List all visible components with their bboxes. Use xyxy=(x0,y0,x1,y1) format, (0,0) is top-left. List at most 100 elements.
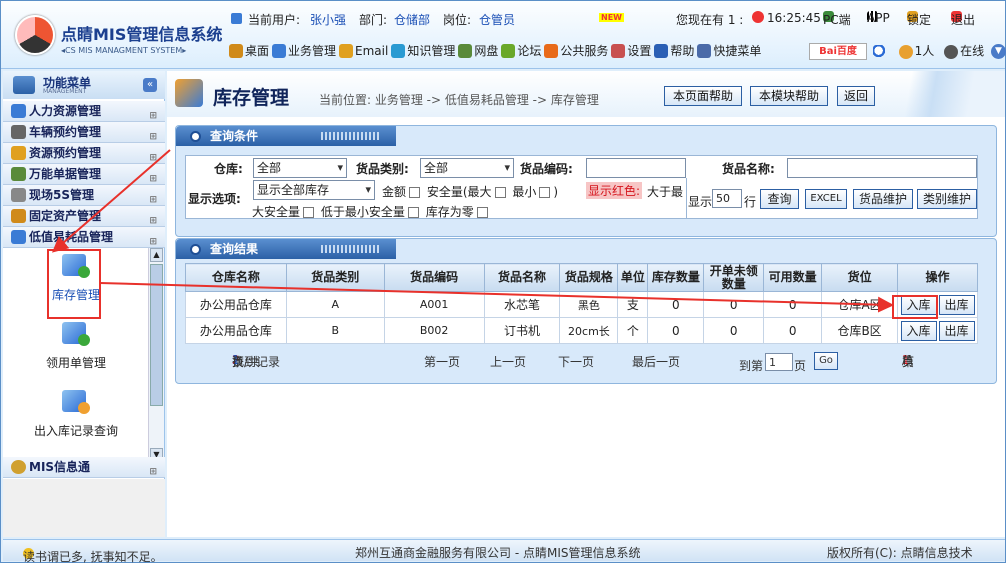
online-users[interactable]: 1人 xyxy=(898,44,934,59)
logo-title: 点睛MIS管理信息系统 xyxy=(61,25,223,44)
nav-item-5[interactable]: 论坛 xyxy=(501,42,541,59)
stock-out-button[interactable]: 出库 xyxy=(938,320,975,341)
sidebar-item-1[interactable]: 车辆预约管理 ⊞ xyxy=(3,122,165,143)
settings-icon xyxy=(611,43,626,58)
column-header[interactable]: 开单未领数量 xyxy=(703,263,765,292)
show-rows-input[interactable]: 50 xyxy=(712,189,742,208)
column-header[interactable]: 货位 xyxy=(821,263,899,292)
main-content: 库存管理 当前位置: 业务管理 -> 低值易耗品管理 -> 库存管理 本页面帮助… xyxy=(167,71,1005,537)
submenu-item-2[interactable]: 出入库记录查询 xyxy=(3,386,149,439)
nav-item-4[interactable]: 网盘 xyxy=(458,42,498,59)
sidebar-item-2[interactable]: 资源预约管理 ⊞ xyxy=(3,143,165,164)
column-header[interactable]: 库存数量 xyxy=(647,263,705,292)
next-page-link[interactable]: 下一页 xyxy=(558,353,594,370)
safe-max-checkbox[interactable] xyxy=(494,187,506,198)
panel-bullet-icon xyxy=(190,244,201,255)
sidebar-item-label: 低值易耗品管理 xyxy=(29,230,114,244)
sidebar-item-3[interactable]: 万能单据管理 ⊞ xyxy=(3,164,165,185)
display-options: 金额 安全量(最大 最小) xyxy=(382,185,559,199)
collapse-button[interactable]: « xyxy=(143,78,157,92)
item-maintenance-button[interactable]: 货品维护 xyxy=(853,189,913,209)
code-input[interactable] xyxy=(586,158,686,178)
inventory-icon xyxy=(60,250,92,280)
search-icon[interactable] xyxy=(872,44,887,59)
nav-item-label: 业务管理 xyxy=(288,44,337,58)
prev-page-link[interactable]: 上一页 xyxy=(490,353,526,370)
nav-item-2[interactable]: Email xyxy=(339,43,388,58)
stock-in-button[interactable]: 入库 xyxy=(900,320,937,341)
sidebar-item-label: 人力资源管理 xyxy=(29,104,102,118)
zero-stock-checkbox[interactable] xyxy=(476,207,488,218)
cell-stock: 0 xyxy=(647,291,705,318)
stock-in-button[interactable]: 入库 xyxy=(900,294,937,315)
page-help-button[interactable]: 本页面帮助 xyxy=(664,86,742,106)
column-header[interactable]: 货品编码 xyxy=(383,263,485,292)
column-header[interactable]: 货品规格 xyxy=(559,263,619,292)
user-info-bar: 当前用户: 张小强 部门: 仓储部 岗位: 仓管员 NEW 您现在有 1 : 1… xyxy=(231,11,1001,29)
column-header[interactable]: 货品名称 xyxy=(483,263,561,292)
nav-item-3[interactable]: 知识管理 xyxy=(391,42,455,59)
column-header[interactable]: 单位 xyxy=(617,263,649,292)
online-status[interactable]: 在线 xyxy=(944,44,984,59)
category-select[interactable]: 全部 xyxy=(420,158,514,178)
go-button[interactable]: Go xyxy=(814,352,838,370)
nav-item-label: 网盘 xyxy=(474,44,499,58)
sidebar-item-6[interactable]: 低值易耗品管理 ⊞ xyxy=(3,227,165,248)
back-button[interactable]: 返回 xyxy=(837,86,875,106)
hr-icon xyxy=(11,104,26,118)
toolbar-right: Bai百度 1人 在线 ▼ xyxy=(809,42,1006,62)
excel-button[interactable]: EXCEL xyxy=(805,189,847,209)
company-name: 郑州互通商金融服务有限公司 - 点睛MIS管理信息系统 xyxy=(355,546,641,560)
display-select[interactable]: 显示全部库存 xyxy=(253,180,375,200)
query-button[interactable]: 查询 xyxy=(760,189,799,209)
cell-unit: 支 xyxy=(617,291,649,318)
category-maintenance-button[interactable]: 类别维护 xyxy=(917,189,977,209)
nav-item-label: 公共服务 xyxy=(560,44,609,58)
nav-item-1[interactable]: 业务管理 xyxy=(272,42,336,59)
column-header[interactable]: 仓库名称 xyxy=(185,263,287,292)
column-header[interactable]: 货品类别 xyxy=(285,263,385,292)
scroll-thumb[interactable] xyxy=(150,264,163,406)
last-page-link[interactable]: 最后一页 xyxy=(632,353,680,370)
cell-warehouse: 办公用品仓库 xyxy=(185,317,287,344)
table-body: 办公用品仓库 A A001 水芯笔 黑色支 0 0 0 仓库A区 入库 出库 办公用品仓库 B B002 订… xyxy=(185,291,978,344)
column-header[interactable]: 操作 xyxy=(897,263,978,292)
copyright: 版权所有(C): 点睛信息技术 xyxy=(827,546,973,560)
gear-icon xyxy=(11,188,26,202)
baidu-search-box[interactable]: Bai百度 xyxy=(809,43,867,60)
chevron-down-icon[interactable]: ▼ xyxy=(990,44,1006,59)
under-min-checkbox[interactable] xyxy=(407,207,419,218)
nav-item-8[interactable]: 帮助 xyxy=(654,42,694,59)
knowledge-icon xyxy=(391,43,406,58)
cell-available: 0 xyxy=(763,291,823,318)
goto-page-input[interactable]: 1 xyxy=(765,353,793,371)
first-page-link[interactable]: 第一页 xyxy=(424,353,460,370)
logo-icon xyxy=(15,15,55,55)
nav-item-6[interactable]: 公共服务 xyxy=(544,42,608,59)
sidebar-item-4[interactable]: 现场5S管理 ⊞ xyxy=(3,185,165,206)
sidebar-scrollbar[interactable]: ▲ ▼ xyxy=(148,248,164,463)
submenu-item-1[interactable]: 领用单管理 xyxy=(3,318,149,371)
min-checkbox[interactable] xyxy=(539,187,551,198)
nav-item-9[interactable]: 快捷菜单 xyxy=(697,42,761,59)
name-input[interactable] xyxy=(787,158,977,178)
warehouse-select[interactable]: 全部 xyxy=(253,158,347,178)
module-help-button[interactable]: 本模块帮助 xyxy=(750,86,828,106)
over-max-checkbox[interactable] xyxy=(303,207,315,218)
stock-out-button[interactable]: 出库 xyxy=(938,294,975,315)
sidebar-item-mis[interactable]: MIS信息通 ⊞ xyxy=(3,457,165,478)
nav-item-0[interactable]: 桌面 xyxy=(229,42,269,59)
user-icon xyxy=(231,11,244,25)
breadcrumb: 当前位置: 业务管理 -> 低值易耗品管理 -> 库存管理 xyxy=(319,93,599,107)
cell-pending: 0 xyxy=(703,291,765,318)
display-label: 显示选项: xyxy=(188,192,241,206)
scroll-up-button[interactable]: ▲ xyxy=(150,248,163,262)
sidebar-item-5[interactable]: 固定资产管理 ⊞ xyxy=(3,206,165,227)
submenu-item-0[interactable]: 库存管理 xyxy=(3,250,149,303)
amount-checkbox[interactable] xyxy=(409,187,421,198)
nav-item-7[interactable]: 设置 xyxy=(611,42,651,59)
sidebar-item-0[interactable]: 人力资源管理 ⊞ xyxy=(3,101,165,122)
handshake-image xyxy=(887,71,1005,117)
column-header[interactable]: 可用数量 xyxy=(763,263,823,292)
main-nav: 桌面 业务管理 Email 知识管理 网盘 论坛 公共服务 设置 帮助 快捷菜单 xyxy=(229,42,764,62)
